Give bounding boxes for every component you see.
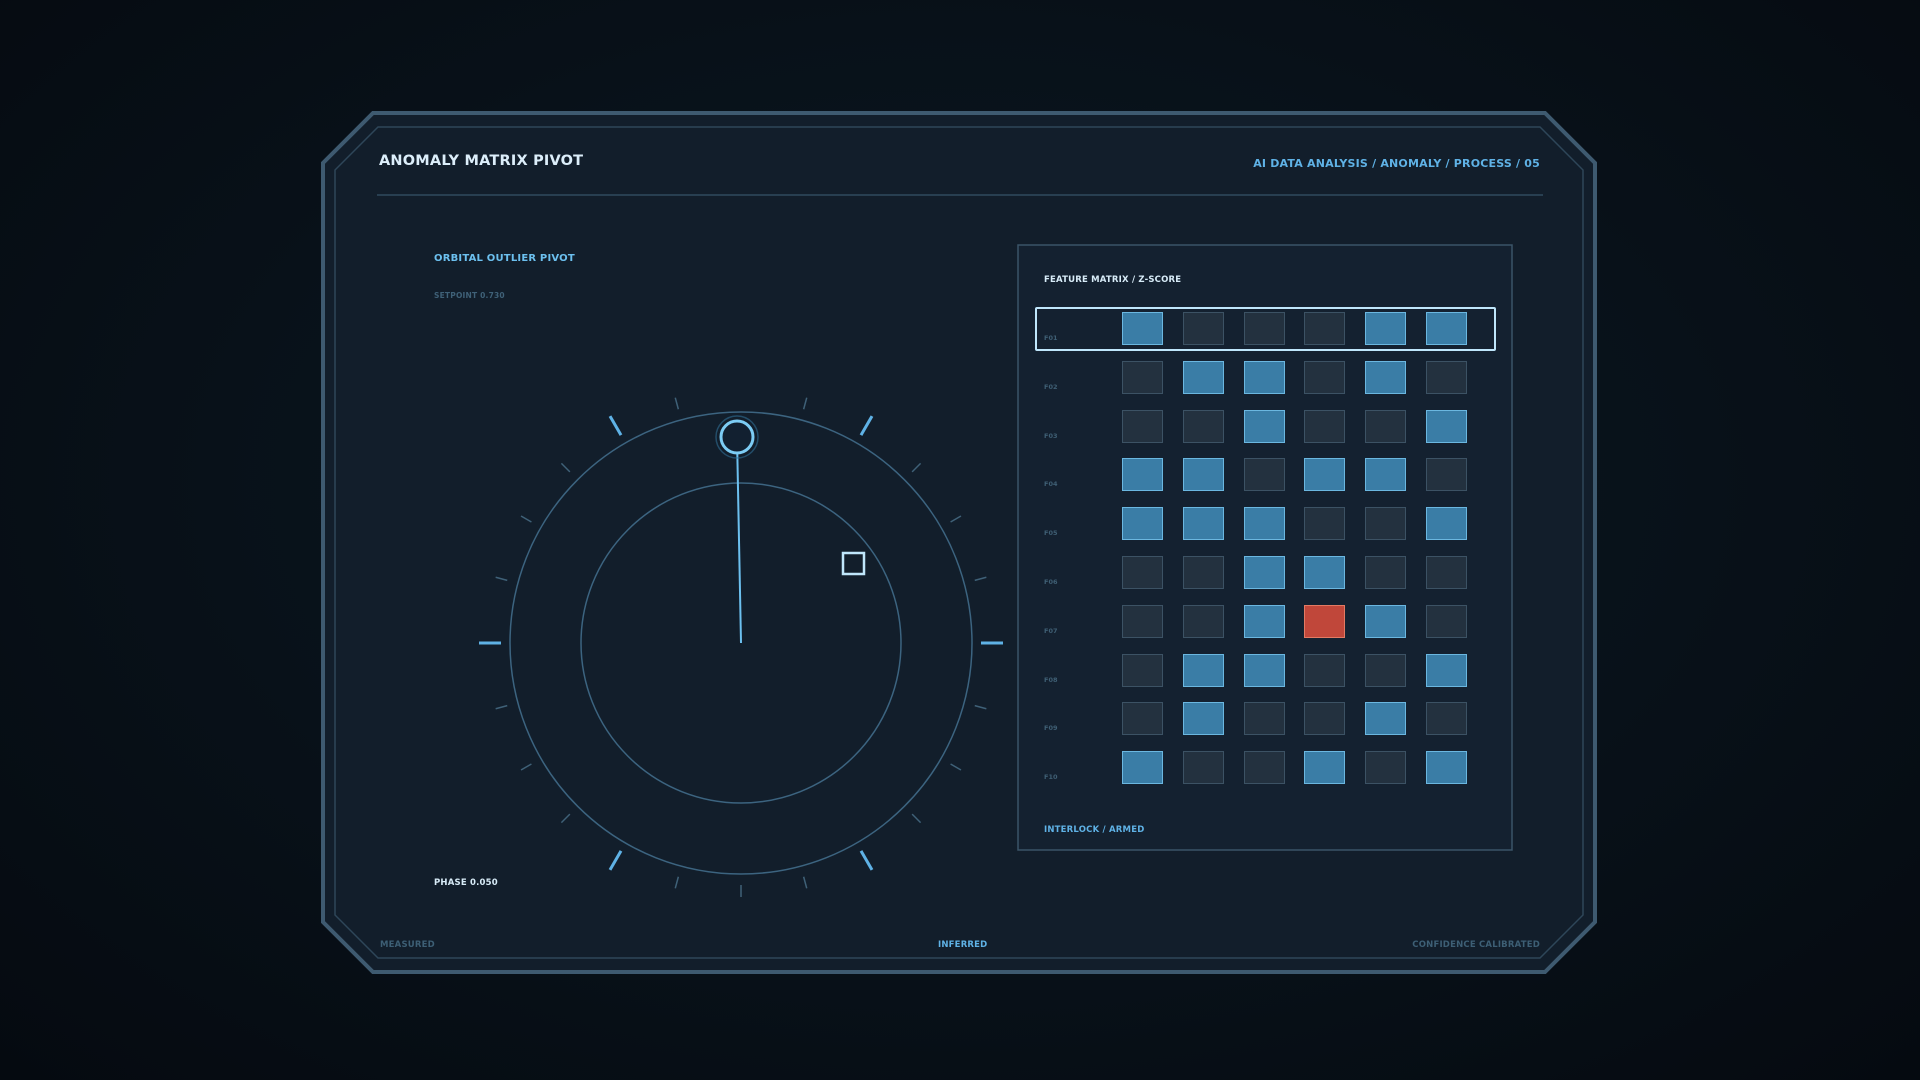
matrix-cell[interactable] — [1122, 556, 1163, 589]
matrix-cell[interactable] — [1304, 409, 1346, 443]
dial-tick — [674, 876, 680, 889]
matrix-cell[interactable] — [1122, 751, 1163, 785]
matrix-cell[interactable] — [1426, 702, 1467, 736]
matrix-cell[interactable] — [1304, 702, 1346, 736]
dial-tick — [802, 876, 808, 889]
matrix-row-label: F03 — [1044, 431, 1058, 440]
matrix-cell[interactable] — [1365, 360, 1407, 394]
dial-tick — [974, 704, 987, 710]
matrix-cell[interactable] — [1243, 702, 1285, 736]
matrix-cell[interactable] — [1182, 604, 1224, 638]
matrix-cell[interactable] — [1365, 653, 1407, 687]
matrix-cell[interactable] — [1365, 702, 1407, 736]
dial-tick — [950, 763, 962, 771]
matrix-cell[interactable] — [1365, 409, 1407, 443]
matrix-cell[interactable] — [1243, 360, 1285, 394]
dial-handle[interactable] — [719, 419, 755, 455]
matrix-cell[interactable] — [1365, 507, 1407, 541]
matrix-cell[interactable] — [1182, 702, 1224, 736]
dial-tick — [950, 515, 962, 523]
matrix-cell[interactable] — [1122, 604, 1163, 638]
matrix-cell[interactable] — [1426, 604, 1467, 638]
matrix-cell[interactable] — [1304, 556, 1346, 589]
matrix-cell[interactable] — [1426, 653, 1467, 687]
dial-tick — [608, 415, 623, 436]
dial-tick — [802, 397, 808, 410]
matrix-cell[interactable] — [1122, 702, 1163, 736]
footer-measured: MEASURED — [380, 940, 435, 950]
matrix-row-label: F06 — [1044, 578, 1058, 586]
matrix-row-label: F07 — [1044, 626, 1058, 635]
dial-ticks — [479, 397, 1003, 897]
matrix-cell[interactable] — [1122, 409, 1163, 443]
matrix-row-label: F10 — [1044, 773, 1058, 782]
matrix-cell[interactable] — [1365, 604, 1407, 638]
matrix-row-label: F05 — [1044, 529, 1058, 538]
matrix-cell-anomaly[interactable] — [1304, 604, 1346, 638]
dial-tick — [520, 763, 532, 771]
matrix-cell[interactable] — [1304, 507, 1346, 541]
footer-inferred: INFERRED — [938, 940, 988, 950]
matrix-cell[interactable] — [1182, 409, 1224, 443]
dial-tick — [859, 415, 874, 436]
matrix-cell[interactable] — [1122, 458, 1163, 492]
matrix-cell[interactable] — [1182, 458, 1224, 492]
matrix-cell[interactable] — [1122, 360, 1163, 394]
matrix-cell[interactable] — [1365, 458, 1407, 492]
interlock-status: INTERLOCK / ARMED — [1044, 825, 1145, 835]
dial-needle — [736, 436, 742, 644]
matrix-row-label: F08 — [1044, 675, 1058, 684]
matrix-cell[interactable] — [1365, 751, 1407, 785]
matrix-cell[interactable] — [1426, 360, 1467, 394]
matrix-cell[interactable] — [1243, 409, 1285, 443]
dial-tick — [520, 515, 532, 523]
pivot-marker[interactable] — [841, 551, 866, 576]
matrix-cell[interactable] — [1243, 507, 1285, 541]
matrix-cell[interactable] — [1182, 360, 1224, 394]
matrix-cell[interactable] — [1122, 507, 1163, 541]
matrix-cell[interactable] — [1426, 409, 1467, 443]
matrix-cell[interactable] — [1365, 556, 1407, 589]
dial-tick — [495, 704, 508, 710]
matrix-cell[interactable] — [1426, 458, 1467, 492]
matrix-title: FEATURE MATRIX / Z-SCORE — [1044, 275, 1182, 285]
matrix-cell[interactable] — [1243, 653, 1285, 687]
dial-tick — [560, 813, 571, 824]
matrix-cell[interactable] — [1426, 556, 1467, 589]
matrix-cell[interactable] — [1182, 556, 1224, 589]
matrix-row-label: F02 — [1044, 382, 1058, 391]
matrix-cell[interactable] — [1304, 360, 1346, 394]
matrix-cell[interactable] — [1243, 604, 1285, 638]
matrix-cell[interactable] — [1304, 458, 1346, 492]
dial-tick — [560, 462, 571, 473]
matrix-row-label: F09 — [1044, 724, 1058, 733]
dial-tick — [608, 850, 623, 871]
dial-tick — [911, 462, 922, 473]
dial-tick — [974, 576, 987, 582]
matrix-cell[interactable] — [1243, 556, 1285, 589]
dial-tick — [674, 397, 680, 410]
matrix-cell[interactable] — [1243, 751, 1285, 785]
matrix-cell[interactable] — [1304, 653, 1346, 687]
matrix-cell[interactable] — [1426, 507, 1467, 541]
dial-tick — [495, 576, 508, 582]
orbital-dial[interactable] — [0, 0, 1920, 1080]
dial-tick — [859, 850, 874, 871]
matrix-row-label: F04 — [1044, 480, 1058, 489]
matrix-cell[interactable] — [1304, 751, 1346, 785]
dial-tick — [911, 813, 922, 824]
matrix-cell[interactable] — [1122, 653, 1163, 687]
matrix-cell[interactable] — [1182, 653, 1224, 687]
selected-row-highlight[interactable] — [1035, 307, 1496, 351]
matrix-cell[interactable] — [1182, 751, 1224, 785]
matrix-cell[interactable] — [1426, 751, 1467, 785]
footer-confidence: CONFIDENCE CALIBRATED — [1412, 940, 1540, 950]
matrix-cell[interactable] — [1182, 507, 1224, 541]
matrix-cell[interactable] — [1243, 458, 1285, 492]
